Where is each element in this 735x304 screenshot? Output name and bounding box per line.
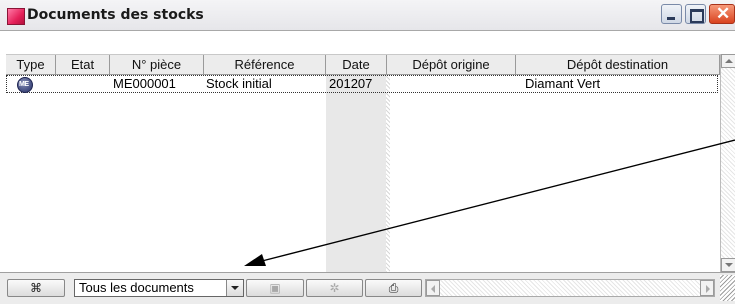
- gear-icon: ✲: [329, 281, 340, 295]
- vertical-scrollbar[interactable]: [720, 54, 735, 272]
- column-header-depot-origine[interactable]: Dépôt origine: [387, 55, 516, 74]
- cell-depot-destination: Diamant Vert: [525, 76, 601, 91]
- table-header: Type Etat N° pièce Référence Date Dépôt …: [6, 54, 720, 75]
- cell-numero: ME000001: [113, 76, 176, 91]
- close-icon: ✕: [716, 4, 731, 23]
- scroll-left-button[interactable]: [426, 280, 440, 296]
- close-button[interactable]: ✕: [709, 4, 735, 24]
- resize-grip[interactable]: [720, 275, 735, 301]
- search-button[interactable]: ⌘: [7, 279, 65, 297]
- cell-reference: Stock initial: [206, 76, 272, 91]
- chevron-down-icon[interactable]: [226, 280, 243, 296]
- document-filter-select[interactable]: Tous les documents: [74, 279, 244, 297]
- scroll-down-button[interactable]: [721, 258, 735, 272]
- settings-button[interactable]: ✲: [306, 279, 363, 297]
- cell-etat: [57, 76, 111, 92]
- horizontal-scrollbar[interactable]: [425, 279, 715, 297]
- scroll-right-button[interactable]: [700, 280, 714, 296]
- transfer-icon: ▣: [269, 281, 281, 295]
- column-header-reference[interactable]: Référence: [204, 55, 326, 74]
- scroll-up-button[interactable]: [721, 54, 735, 68]
- column-header-depot-destination[interactable]: Dépôt destination: [516, 55, 720, 74]
- app-icon: [7, 8, 25, 25]
- binoculars-icon: ⌘: [30, 281, 42, 295]
- print-button[interactable]: ⎙: [365, 279, 422, 297]
- table-row[interactable]: ME ME000001 Stock initial 201207 Diamant…: [6, 75, 718, 93]
- title-bar[interactable]: Documents des stocks ✕: [0, 0, 735, 31]
- column-header-numero[interactable]: N° pièce: [110, 55, 204, 74]
- print-icon: ⎙: [388, 281, 399, 295]
- documents-window: Documents des stocks ✕ Type Etat N° pièc…: [0, 0, 735, 304]
- minimize-button[interactable]: [661, 4, 682, 24]
- column-header-date[interactable]: Date: [326, 55, 387, 74]
- transfer-button[interactable]: ▣: [246, 279, 304, 297]
- column-header-etat[interactable]: Etat: [56, 55, 110, 74]
- window-title: Documents des stocks: [27, 7, 204, 23]
- cell-date: 201207: [329, 76, 373, 91]
- maximize-button[interactable]: [685, 4, 706, 24]
- bottom-toolbar: ⌘ Tous les documents ▣ ✲ ⎙: [0, 272, 735, 304]
- document-filter-value: Tous les documents: [79, 280, 194, 295]
- column-header-type[interactable]: Type: [6, 55, 56, 74]
- document-type-icon: ME: [17, 77, 33, 93]
